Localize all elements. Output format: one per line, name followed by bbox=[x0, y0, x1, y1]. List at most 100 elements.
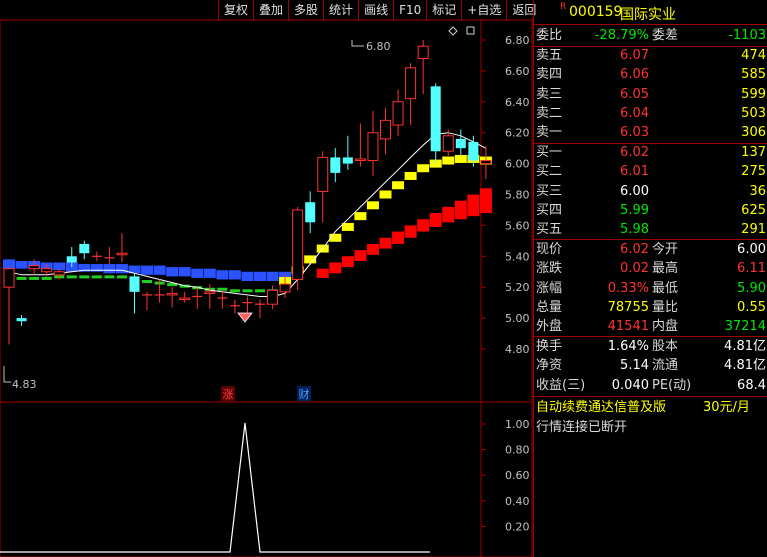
bid-price: 6.01 bbox=[620, 164, 649, 180]
quote-label: 现价 bbox=[536, 242, 563, 257]
candle-body-down bbox=[66, 256, 77, 263]
toolbar-multi-stock-button[interactable]: 多股 bbox=[288, 0, 323, 20]
quote-label: 最低 bbox=[652, 280, 679, 296]
toolbar-overlay-button[interactable]: 叠加 bbox=[253, 0, 288, 20]
bid-level-label: 买三 bbox=[536, 183, 563, 199]
window-box-icon bbox=[466, 26, 475, 35]
ask-volume: 585 bbox=[741, 67, 766, 83]
ask-level-label: 卖四 bbox=[536, 67, 563, 83]
toolbar-add-watchlist-button[interactable]: +自选 bbox=[461, 0, 506, 20]
ask-level-label: 卖五 bbox=[536, 48, 563, 63]
candle-body-up bbox=[28, 265, 40, 270]
ask-volume: 474 bbox=[741, 48, 766, 63]
yellow-band-dash bbox=[454, 154, 467, 163]
blue-band-bar bbox=[228, 270, 241, 280]
stat-row: 净资 5.14 流通 4.81亿 bbox=[533, 356, 767, 375]
candle-body-down bbox=[16, 318, 27, 322]
price-tick-label: 5.60 bbox=[505, 219, 530, 232]
red-band-bar bbox=[379, 237, 392, 249]
stat-value: 1.64% bbox=[607, 339, 649, 354]
ask-volume: 503 bbox=[741, 105, 766, 121]
connection-status: 行情连接已断开 bbox=[536, 420, 628, 435]
candle-body-up bbox=[442, 135, 454, 152]
red-band-bar bbox=[366, 243, 379, 255]
stat-value: 4.81亿 bbox=[724, 339, 766, 354]
ask-price: 6.04 bbox=[620, 105, 649, 121]
red-band-bar bbox=[341, 256, 354, 268]
yellow-band-dash bbox=[392, 181, 405, 190]
stat-label: 换手 bbox=[536, 339, 563, 354]
chart-frame bbox=[0, 19, 533, 557]
yellow-band-dash bbox=[417, 164, 430, 173]
bid-row[interactable]: 买三 6.00 36 bbox=[533, 182, 767, 201]
ask-price: 6.05 bbox=[620, 86, 649, 102]
promo-price[interactable]: 30元/月 bbox=[703, 398, 750, 417]
candle-body-up bbox=[279, 283, 291, 293]
candle-body-down bbox=[468, 141, 479, 161]
stock-badge: R bbox=[560, 2, 567, 12]
bid-row[interactable]: 买二 6.01 275 bbox=[533, 162, 767, 181]
promo-row[interactable]: 自动续费通达信普及版 30元/月 bbox=[533, 398, 767, 417]
bid-row[interactable]: 买四 5.99 625 bbox=[533, 201, 767, 220]
red-band-bar bbox=[479, 188, 492, 214]
bid-row[interactable]: 买一 6.02 137 bbox=[533, 143, 767, 162]
red-band-bar bbox=[392, 231, 405, 244]
candle-body-up bbox=[166, 292, 178, 296]
bid-row[interactable]: 买五 5.98 291 bbox=[533, 220, 767, 239]
ask-row[interactable]: 卖二 6.04 503 bbox=[533, 104, 767, 123]
green-band-dash bbox=[41, 276, 52, 280]
candle-body-down bbox=[430, 86, 441, 152]
candle-body-down bbox=[330, 157, 341, 173]
blue-band-bar bbox=[153, 265, 166, 275]
blue-band-bar bbox=[203, 268, 216, 278]
quote-row: 涨幅 0.33% 最低 5.90 bbox=[533, 279, 767, 298]
quote-label: 内盘 bbox=[652, 319, 679, 335]
ask-row[interactable]: 卖四 6.06 585 bbox=[533, 65, 767, 84]
green-band-dash bbox=[91, 275, 102, 279]
kline-chart[interactable]: 6.80 6.60 6.40 6.20 6.00 5.80 5.60 5.40 5.20 5.00… bbox=[0, 0, 533, 557]
blue-band-bar bbox=[216, 270, 229, 280]
green-band-dash bbox=[242, 289, 253, 293]
toolbar-statistics-button[interactable]: 统计 bbox=[323, 0, 358, 20]
bid-price: 6.00 bbox=[620, 183, 649, 199]
quote-value: 0.55 bbox=[737, 299, 766, 315]
red-band-bar bbox=[467, 194, 480, 217]
yellow-band-dash bbox=[442, 156, 455, 165]
high-price-label: 6.80 bbox=[366, 40, 391, 53]
toolbar-draw-line-button[interactable]: 画线 bbox=[358, 0, 393, 20]
ask-row[interactable]: 卖五 6.07 474 bbox=[533, 46, 767, 65]
ask-row[interactable]: 卖三 6.05 599 bbox=[533, 85, 767, 104]
price-tick-label: 6.20 bbox=[505, 127, 530, 140]
stat-value: 0.040 bbox=[611, 377, 649, 393]
price-tick-label: 6.80 bbox=[505, 34, 530, 47]
quote-label: 涨跌 bbox=[536, 261, 563, 277]
bid-level-label: 买二 bbox=[536, 164, 563, 180]
stat-row: 换手 1.64% 股本 4.81亿 bbox=[533, 337, 767, 356]
marker-cai: 财 bbox=[299, 387, 310, 401]
promo-text[interactable]: 自动续费通达信普及版 bbox=[536, 398, 666, 417]
blue-band-bar bbox=[15, 260, 28, 269]
ask-row[interactable]: 卖一 6.03 306 bbox=[533, 123, 767, 142]
candle-body-down bbox=[455, 138, 466, 149]
candle-body-up bbox=[53, 271, 65, 276]
stat-label: 流通 bbox=[652, 358, 679, 374]
green-band-dash bbox=[116, 275, 127, 279]
stock-name[interactable]: 国际实业 bbox=[620, 4, 676, 24]
candle-body-up bbox=[392, 101, 404, 126]
green-band-dash bbox=[79, 275, 90, 279]
marker-zhang: 涨 bbox=[223, 388, 234, 401]
stat-label: 收益(三) bbox=[536, 377, 586, 393]
price-tick-label: 6.00 bbox=[505, 158, 530, 171]
toolbar-f10-button[interactable]: F10 bbox=[393, 0, 426, 20]
toolbar-restore-rights-button[interactable]: 复权 bbox=[218, 0, 253, 20]
candle-body-up bbox=[116, 252, 128, 256]
candle-body-down bbox=[342, 157, 353, 164]
ask-price: 6.07 bbox=[620, 48, 649, 63]
price-tick-label: 6.60 bbox=[505, 65, 530, 78]
toolbar-mark-button[interactable]: 标记 bbox=[426, 0, 461, 20]
quote-label: 涨幅 bbox=[536, 280, 563, 296]
blue-band-bar bbox=[141, 265, 154, 275]
red-band-bar bbox=[429, 213, 442, 227]
stat-value: 5.14 bbox=[620, 358, 649, 374]
stock-code[interactable]: 000159 bbox=[569, 4, 622, 20]
